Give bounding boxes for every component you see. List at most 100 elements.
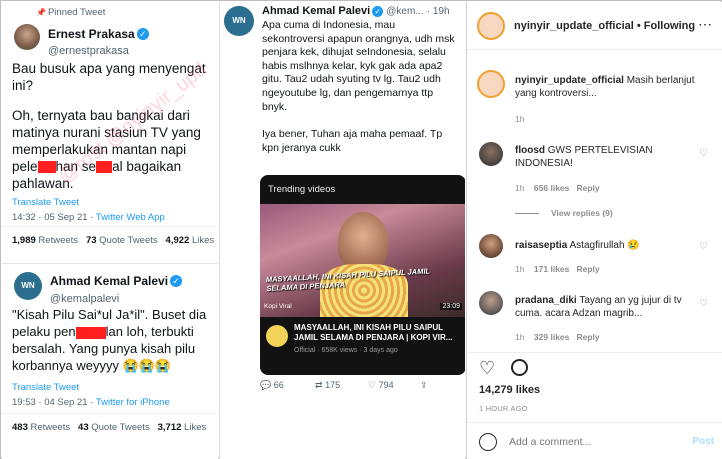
author-handle[interactable]: @kemalpalevi xyxy=(50,293,182,305)
quotes-count[interactable]: 43 Quote Tweets xyxy=(78,422,150,433)
avatar[interactable] xyxy=(14,24,40,50)
author-name[interactable]: Ahmad Kemal Palevi xyxy=(262,5,370,17)
video-duration: 23:09 xyxy=(440,303,462,310)
avatar[interactable] xyxy=(479,142,503,166)
post-button[interactable]: Post xyxy=(692,436,714,447)
person-face xyxy=(338,212,388,272)
tweet-time-ago: · 19h xyxy=(426,6,450,17)
reply-button[interactable]: Reply xyxy=(576,183,599,193)
avatar[interactable]: WN xyxy=(224,6,254,36)
screenshot-collage: 📌 Pinned Tweet Ernest Prakasa ✓ @ernestpra… xyxy=(0,0,722,459)
comment-username[interactable]: floosd xyxy=(515,145,545,156)
redaction-mark xyxy=(75,326,106,339)
reply-button[interactable]: Reply xyxy=(576,332,599,342)
tweet-text-b: Oh, ternyata bau bangkai dari matinya nu… xyxy=(12,108,201,191)
verified-badge-icon: ✓ xyxy=(136,27,149,40)
comment-username[interactable]: pradana_diki xyxy=(515,295,577,306)
card-header: Trending videos xyxy=(268,184,336,195)
tweet-source[interactable]: Twitter Web App xyxy=(96,212,165,223)
retweets-count[interactable]: 483 Retweets xyxy=(12,422,70,433)
video-thumbnail[interactable]: MASYAALLAH, INI KISAH PILU SAIPUL JAMIL … xyxy=(260,204,465,317)
likes-count[interactable]: 3,712 Likes xyxy=(158,422,207,433)
post-time: 1 HOUR AGO xyxy=(479,404,528,413)
reply-button[interactable]: Reply xyxy=(576,264,599,274)
comment-likes[interactable]: 329 likes xyxy=(534,332,569,342)
avatar-logo-icon: WN xyxy=(21,281,35,290)
tweet-text-b: Iya bener, Tuhan aja maha pemaaf. Tp kpn… xyxy=(262,128,443,154)
tweet-body: Apa cuma di Indonesia, mau sekontroversi… xyxy=(262,19,460,155)
comment: floosd GWS PERTELEVISIAN INDONESIA! xyxy=(515,144,695,170)
retweet-button[interactable]: ⇄ 175 xyxy=(315,380,340,391)
avatar[interactable] xyxy=(479,234,503,258)
share-button[interactable]: ⇪ xyxy=(420,380,428,391)
heart-icon: ♡ xyxy=(368,380,377,390)
reply-icon: 💬 xyxy=(260,380,272,390)
emoji-icon[interactable] xyxy=(479,433,497,451)
heart-icon[interactable]: ♡ xyxy=(699,298,708,309)
view-replies-link[interactable]: View replies (9) xyxy=(515,208,613,218)
tweet-text-a: Bau busuk apa yang menyengat ini? xyxy=(12,61,206,93)
caption-time: 1h xyxy=(515,114,525,124)
comment-input[interactable] xyxy=(509,432,669,452)
pinned-label: 📌 Pinned Tweet xyxy=(36,7,106,18)
avatar-logo-icon: WN xyxy=(232,16,246,25)
comment-meta: 1h 171 likes Reply xyxy=(515,264,600,274)
tweet-timestamp: 19:53 · 04 Sep 21 · Twitter for iPhone xyxy=(12,397,170,408)
tweet-timestamp: 14:32 · 05 Sep 21 · Twitter Web App xyxy=(12,212,165,223)
caption-username[interactable]: nyinyir_update_official xyxy=(515,75,624,86)
like-button[interactable]: ♡ 794 xyxy=(368,380,394,391)
comment-likes[interactable]: 171 likes xyxy=(534,264,569,274)
heart-icon[interactable]: ♡ xyxy=(699,148,708,159)
post-header: nyinyir_update_official • Following xyxy=(514,20,695,32)
channel-icon[interactable] xyxy=(266,325,288,347)
translate-tweet-link[interactable]: Translate Tweet xyxy=(12,197,79,208)
avatar[interactable] xyxy=(477,12,505,40)
trending-video-card[interactable]: Trending videos MASYAALLAH, INI KISAH PI… xyxy=(260,175,465,375)
like-heart-icon[interactable]: ♡ xyxy=(479,358,495,379)
retweet-icon: ⇄ xyxy=(315,380,323,390)
comment-text: Astagfirullah 😢 xyxy=(569,240,640,251)
verified-badge-icon: ✓ xyxy=(372,5,384,17)
author-handle[interactable]: @kem... xyxy=(386,6,423,17)
tweet-text-a: Apa cuma di Indonesia, mau sekontroversi… xyxy=(262,19,455,113)
likes-count[interactable]: 14,279 likes xyxy=(479,384,540,396)
more-options-icon[interactable]: ⋯ xyxy=(698,16,712,33)
tweet-stats: 1,989 Retweets 73 Quote Tweets 4,922 Lik… xyxy=(12,235,214,246)
quotes-count[interactable]: 73 Quote Tweets xyxy=(86,235,158,246)
translate-tweet-link[interactable]: Translate Tweet xyxy=(12,382,79,393)
video-meta: Official · 658K views · 3 days ago xyxy=(294,347,398,354)
tweet-ernest: 📌 Pinned Tweet Ernest Prakasa ✓ @ernestpra… xyxy=(2,2,218,263)
tweet-kemal-1: WN Ahmad Kemal Palevi ✓ @kemalpalevi "Kis… xyxy=(2,263,218,459)
verified-badge-icon: ✓ xyxy=(170,274,183,287)
author-name[interactable]: Ernest Prakasa xyxy=(48,27,135,41)
video-title[interactable]: MASYAALLAH, INI KISAH PILU SAIPUL JAMIL … xyxy=(294,323,462,343)
instagram-post: nyinyir_update_official • Following ⋯ ny… xyxy=(466,2,722,459)
retweets-count[interactable]: 1,989 Retweets xyxy=(12,235,78,246)
avatar[interactable]: WN xyxy=(14,272,42,300)
comment-meta: 1h 329 likes Reply xyxy=(515,332,600,342)
heart-icon[interactable]: ♡ xyxy=(699,241,708,252)
tweet-stats: 483 Retweets 43 Quote Tweets 3,712 Likes xyxy=(12,422,206,433)
author-name[interactable]: Ahmad Kemal Palevi xyxy=(50,274,168,288)
reply-button[interactable]: 💬 66 xyxy=(260,380,284,391)
comment: pradana_diki Tayang an yg jujur di tv cu… xyxy=(515,294,705,320)
share-icon: ⇪ xyxy=(420,380,428,390)
video-tag: Kopi Viral xyxy=(264,303,292,310)
avatar[interactable] xyxy=(479,291,503,315)
comment-username[interactable]: raisaseptia xyxy=(515,240,567,251)
header-username[interactable]: nyinyir_update_official xyxy=(514,20,634,32)
caption: nyinyir_update_official Masih berlanjut … xyxy=(515,74,715,100)
comment: raisaseptia Astagfirullah 😢 xyxy=(515,239,695,252)
comment-meta: 1h 656 likes Reply xyxy=(515,183,600,193)
pin-icon: 📌 xyxy=(36,8,46,17)
comment-bubble-icon[interactable] xyxy=(511,359,528,376)
redaction-mark xyxy=(96,161,113,174)
likes-count[interactable]: 4,922 Likes xyxy=(166,235,215,246)
tweet-kemal-2: WN Ahmad Kemal Palevi ✓ @kem... · 19h Apa… xyxy=(219,2,465,459)
tweet-body: Bau busuk apa yang menyengat ini? Oh, te… xyxy=(12,60,212,192)
comment-likes[interactable]: 656 likes xyxy=(534,183,569,193)
author-handle[interactable]: @ernestprakasa xyxy=(48,45,149,57)
follow-button[interactable]: • Following xyxy=(637,20,695,32)
tweet-source[interactable]: Twitter for iPhone xyxy=(96,397,170,408)
avatar[interactable] xyxy=(477,70,505,98)
